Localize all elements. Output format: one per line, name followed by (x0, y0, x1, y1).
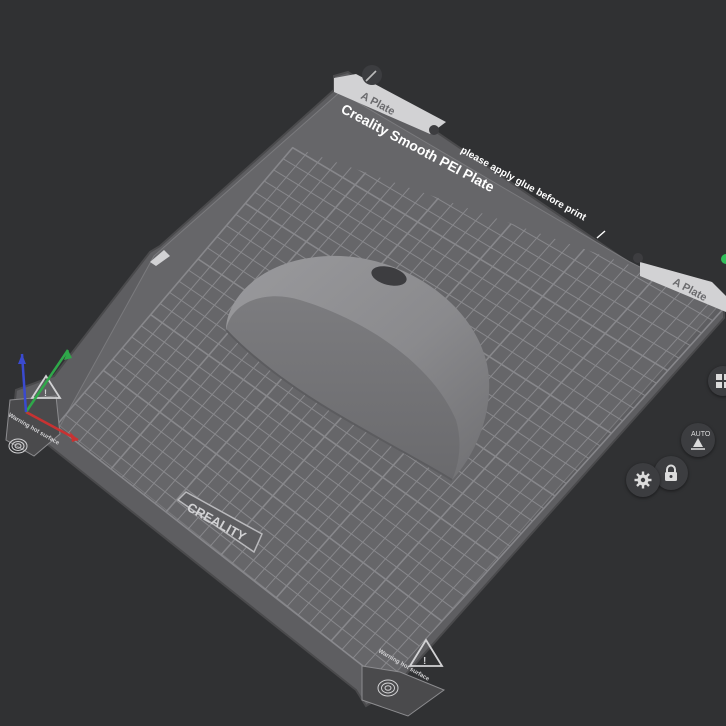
notice-pencil-icon (596, 230, 606, 239)
plate-screw-right (633, 253, 643, 263)
plate-settings-button[interactable] (626, 463, 660, 497)
auto-orient-button[interactable]: AUTO (681, 423, 715, 457)
edit-plate-button[interactable] (362, 65, 382, 85)
orient-icon (691, 438, 705, 450)
svg-text:!: ! (423, 656, 426, 667)
gear-icon (634, 471, 652, 489)
status-indicator (721, 254, 726, 264)
plate-screw-top (429, 125, 439, 135)
3d-viewport[interactable]: A Plate A Plate Creality Smooth PEI Plat… (0, 0, 726, 726)
svg-text:!: ! (44, 388, 47, 398)
auto-label: AUTO (691, 431, 711, 438)
lock-icon (665, 464, 677, 481)
grid-arrange-icon (716, 374, 726, 388)
